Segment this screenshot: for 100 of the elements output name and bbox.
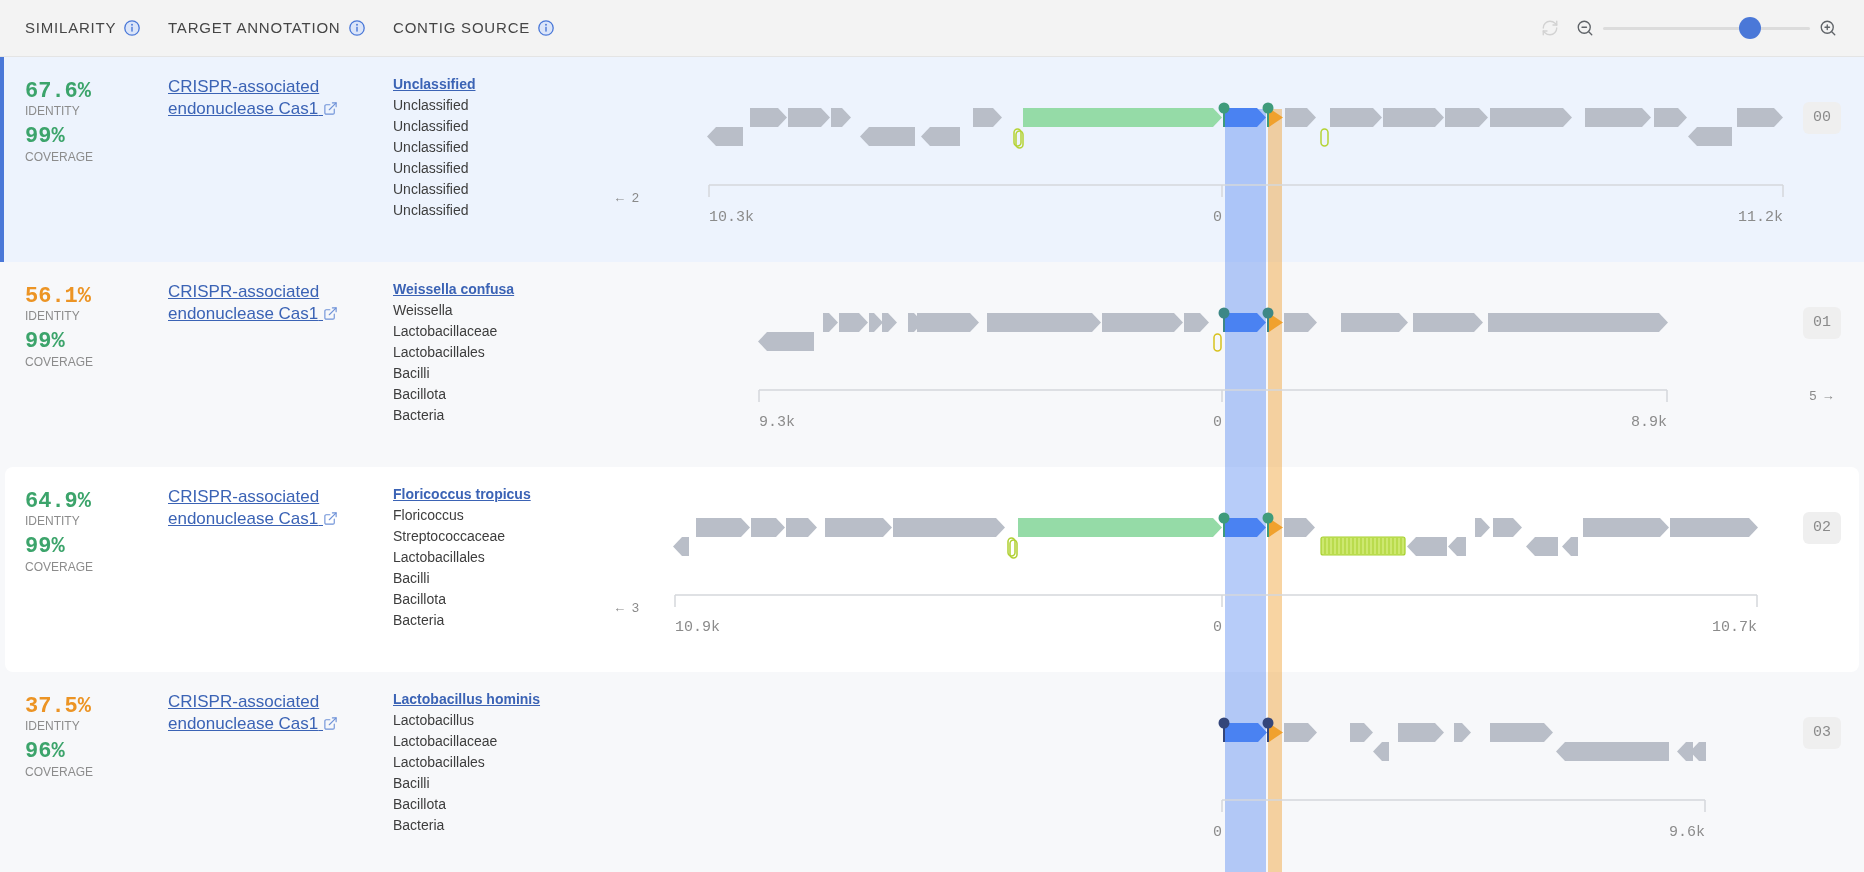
lineage-text: Floricoccus [393,506,464,525]
axis-label: 0 [1213,824,1222,841]
external-link-icon [323,716,338,731]
column-header: TARGET ANNOTATION [168,17,341,38]
zoom-in-button[interactable] [1819,19,1837,37]
lineage-text: Bacilli [393,569,430,588]
lineage-text: Bacilli [393,364,430,383]
zoom-in-icon [1819,19,1837,37]
oval-marker-icon [1013,128,1024,149]
column-header: CONTIG SOURCE [393,17,531,38]
gene-arrow [1526,537,1558,556]
axis-label: 10.7k [1712,619,1757,636]
row-index-badge: 02 [1803,512,1841,544]
gene-arrow [1225,518,1266,537]
annotation-link[interactable]: CRISPR-associated endonuclease Cas1 [168,76,346,120]
identity-value: 37.5% [25,694,91,720]
lineage-text: Bacteria [393,816,445,835]
lineage-text: Weissella [393,301,453,320]
gene-arrow [1398,723,1444,742]
gene-arrow [1285,108,1316,127]
taxon-link[interactable]: Floricoccus tropicus [393,484,531,505]
gene-arrow [707,127,743,146]
identity-label: IDENTITY [25,514,80,528]
gene-arrow [1493,518,1522,537]
axis-label: 8.9k [1631,414,1667,431]
oval-marker-icon [1007,537,1018,559]
coverage-value: 99% [25,329,65,355]
taxon-link[interactable]: Weissella confusa [393,279,515,300]
coverage-value: 99% [25,534,65,560]
taxon-link[interactable]: Unclassified [393,74,476,95]
lineage-text: Lactobacillaceae [393,322,498,341]
annotation-link[interactable]: CRISPR-associated endonuclease Cas1 [168,691,346,735]
column-header: SIMILARITY [25,17,117,38]
gene-arrow [973,108,1002,127]
identity-value: 64.9% [25,489,91,515]
gene-arrow [750,108,787,127]
result-row[interactable]: 67.6% IDENTITY 99% COVERAGE CRISPR-associated endonuclease Cas1 Unclassified Unclassified Unclassified Unclassified Unclassified Unclassified Unclassified ← 2 10.3k 0 11.2k 00 [0,57,1864,262]
lineage-text: Lactobacillaceae [393,732,498,751]
coverage-value: 99% [25,124,65,150]
gene-arrow [1383,108,1444,127]
identity-label: IDENTITY [25,104,80,118]
refresh-icon [1541,19,1559,37]
gene-arrow [1445,108,1488,127]
lineage-text: Lactobacillales [393,343,485,362]
lineage-text: Lactobacillus [393,711,474,730]
gene-arrow [1341,313,1408,332]
axis-label: 9.3k [759,414,795,431]
gene-arrow [1688,127,1732,146]
gene-arrow [786,518,817,537]
gene-arrow [1225,313,1266,332]
info-icon[interactable] [538,20,555,36]
lineage-text: Unclassified [393,159,469,178]
lineage-text: Unclassified [393,117,469,136]
info-icon[interactable] [348,20,365,36]
gene-arrow [1225,723,1267,742]
gene-arrow [1413,313,1483,332]
zoom-out-button[interactable] [1576,19,1594,37]
external-link-icon [323,101,338,116]
axis-label: 10.3k [709,209,754,226]
info-icon[interactable] [124,20,141,36]
gene-arrow [1269,108,1283,127]
row-index-badge: 01 [1803,307,1841,339]
lineage-text: Unclassified [393,96,469,115]
gene-arrow [1737,108,1783,127]
lineage-text: Bacilli [393,774,430,793]
lineage-text: Unclassified [393,201,469,220]
next-link[interactable]: 5 → [1809,389,1833,405]
axis-label: 10.9k [675,619,720,636]
lineage-text: Bacillota [393,385,446,404]
oval-marker-icon [1320,128,1329,147]
annotation-link[interactable]: CRISPR-associated endonuclease Cas1 [168,486,346,530]
gene-arrow [1330,108,1382,127]
axis-label: 0 [1213,209,1222,226]
coverage-label: COVERAGE [25,355,93,369]
result-row[interactable]: 64.9% IDENTITY 99% COVERAGE CRISPR-associated endonuclease Cas1 Floricoccus tropicus Floricoccus Streptococcaceae Lactobacillales Bacilli Bacillota Bacteria ← 3 10.9k 0 10.7k 02 [5,467,1859,672]
gene-arrow [673,537,689,556]
annotation-link[interactable]: CRISPR-associated endonuclease Cas1 [168,281,346,325]
axis-label: 11.2k [1738,209,1783,226]
taxon-link[interactable]: Lactobacillus hominis [393,689,541,710]
oval-marker-icon [1213,333,1222,352]
gene-arrow [1475,518,1490,537]
zoom-slider[interactable] [1603,17,1810,39]
gene-arrow [1454,723,1471,742]
gene-arrow [1225,108,1266,127]
gene-arrow [860,127,915,146]
coverage-label: COVERAGE [25,765,93,779]
row-index-badge: 03 [1803,717,1841,749]
lineage-text: Unclassified [393,180,469,199]
gene-arrow [1585,108,1651,127]
previous-link[interactable]: ← 3 [616,601,640,617]
identity-value: 67.6% [25,79,91,105]
external-link-icon [323,511,338,526]
previous-link[interactable]: ← 2 [616,191,640,207]
axis-label: 0 [1213,414,1222,431]
lineage-text: Unclassified [393,138,469,157]
axis-label: 0 [1213,619,1222,636]
slider-thumb[interactable] [1738,17,1761,39]
coverage-label: COVERAGE [25,150,93,164]
gene-arrow [1677,742,1693,761]
lineage-text: Bacteria [393,611,445,630]
